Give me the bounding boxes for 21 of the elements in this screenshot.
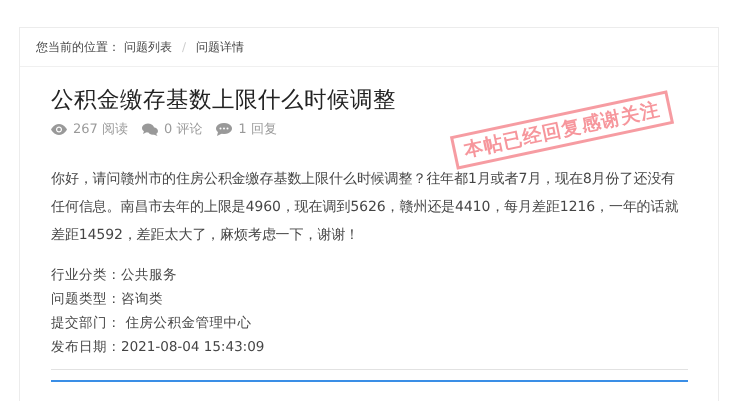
meta-value: 咨询类 bbox=[121, 291, 163, 307]
stat-text: 0 评论 bbox=[164, 121, 202, 138]
stat-text: 1 回复 bbox=[238, 121, 277, 138]
breadcrumb-link[interactable]: 问题列表 bbox=[124, 38, 172, 56]
question-title: 公积金缴存基数上限什么时候调整 bbox=[51, 86, 396, 115]
breadcrumb-label: 您当前的位置： bbox=[36, 38, 120, 56]
meta-value: 2021-08-04 15:43:09 bbox=[121, 339, 264, 355]
question-text: 你好，请问赣州市的住房公积金缴存基数上限什么时候调整？往年都1月或者7月，现在8月份了还没有任何信息。南昌市去年的上限是4960，现在调到5626，赣州还是4410，每月差距1216，一年的话就差距14592，差距太大了，麻烦考虑一下，谢谢！ bbox=[51, 170, 680, 245]
stat-text: 267 阅读 bbox=[73, 121, 128, 138]
speech-bubble-icon bbox=[216, 122, 232, 136]
meta-value: 公共服务 bbox=[121, 267, 177, 283]
meta-label: 发布日期： bbox=[51, 339, 121, 355]
chat-bubbles-icon bbox=[142, 122, 158, 136]
meta-value: 住房公积金管理中心 bbox=[124, 315, 252, 331]
meta-label: 问题类型： bbox=[51, 291, 121, 307]
meta-label: 提交部门： bbox=[51, 315, 121, 331]
eye-icon bbox=[51, 124, 67, 134]
replied-stamp: 本帖已经回复感谢关注 bbox=[450, 90, 674, 170]
breadcrumb-separator: / bbox=[182, 40, 186, 54]
breadcrumb-link[interactable]: 问题详情 bbox=[196, 38, 244, 56]
meta-label: 行业分类： bbox=[51, 267, 121, 283]
